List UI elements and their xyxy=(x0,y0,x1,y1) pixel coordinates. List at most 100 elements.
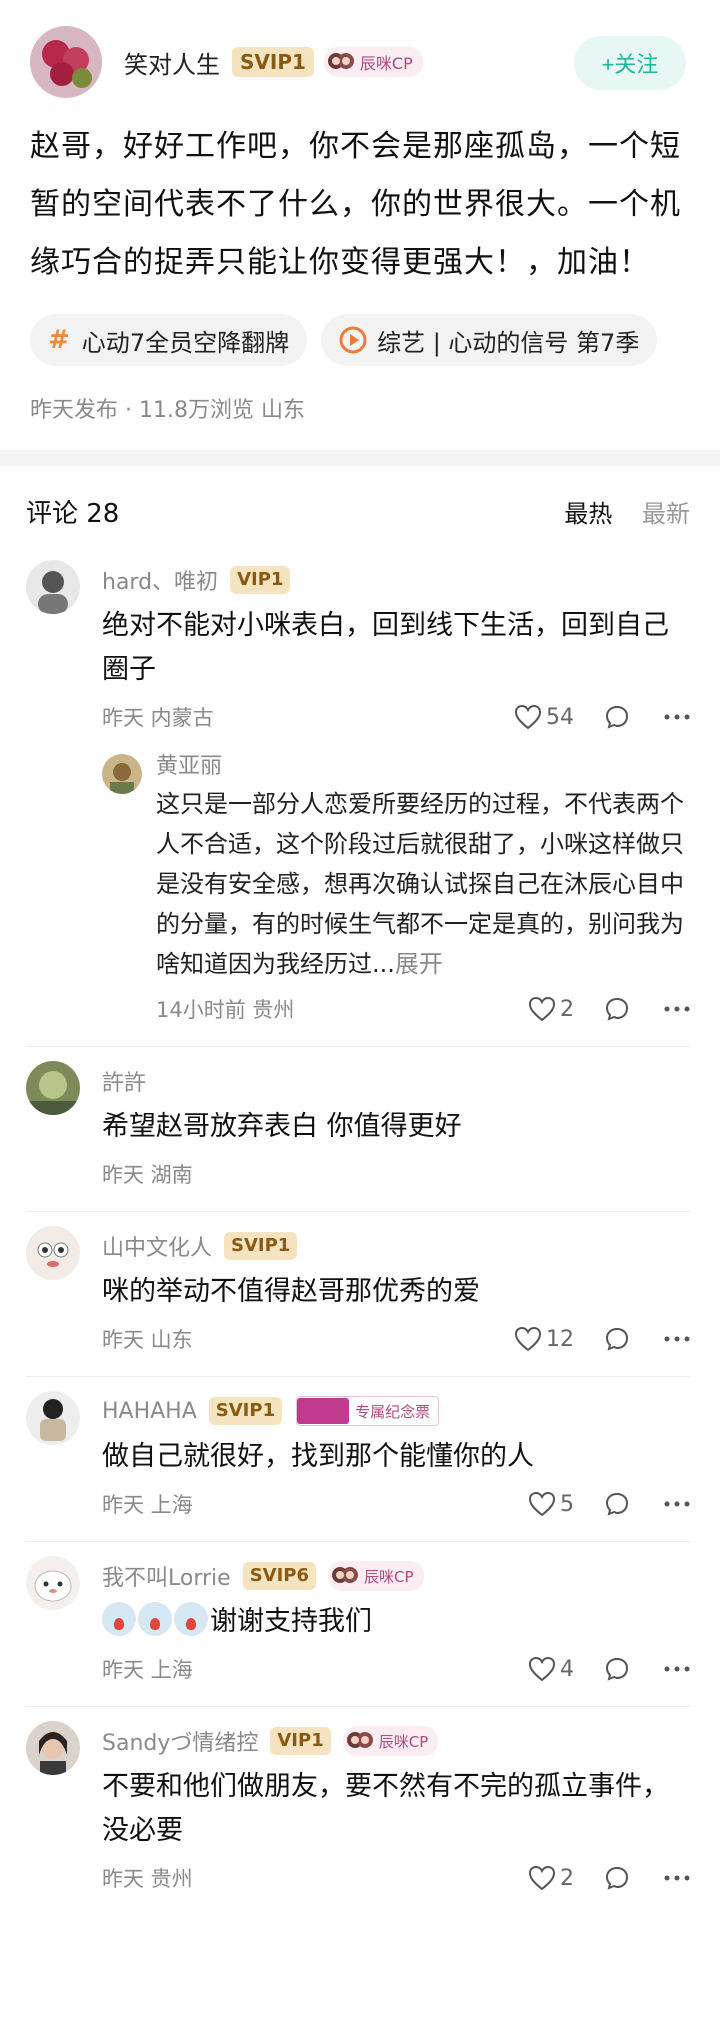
heart-icon xyxy=(514,1326,542,1352)
comment-text: 做自己就很好，找到那个能懂你的人 xyxy=(102,1441,534,1472)
expand-link[interactable]: 展开 xyxy=(395,950,443,978)
comment-user-name[interactable]: 我不叫Lorrie xyxy=(102,1560,231,1592)
comment-avatar[interactable] xyxy=(26,1556,80,1610)
crying-emoji-icon xyxy=(174,1602,208,1636)
sort-hot-tab[interactable]: 最热 xyxy=(564,500,612,528)
topic-chip-1[interactable]: 综艺 | 心动的信号 第7季 xyxy=(321,314,658,366)
ticket-icon xyxy=(297,1398,350,1424)
more-icon[interactable] xyxy=(664,713,690,721)
vip-badge: SVIP1 xyxy=(224,1232,298,1260)
heart-icon xyxy=(528,1865,556,1891)
vip-badge: VIP1 xyxy=(270,1727,331,1755)
follow-button[interactable]: +关注 xyxy=(574,36,686,90)
comments-header: 评论 28 最热 最新 xyxy=(0,476,720,546)
ticket-badge: 专属纪念票 xyxy=(296,1396,440,1426)
cp-couple-icon xyxy=(346,1732,373,1748)
heart-icon xyxy=(528,996,556,1022)
heart-icon xyxy=(528,1656,556,1682)
comment-user-name[interactable]: 許許 xyxy=(102,1065,146,1097)
vip-badge: SVIP1 xyxy=(232,47,314,77)
cp-badge: 辰咪CP xyxy=(342,1726,439,1756)
comment-text: 咪的举动不值得赵哥那优秀的爱 xyxy=(102,1276,480,1307)
cp-badge-label: 辰咪CP xyxy=(364,1567,414,1586)
more-icon[interactable] xyxy=(664,1335,690,1343)
reply-bubble-icon[interactable] xyxy=(604,1865,630,1891)
comment-text: 不要和他们做朋友，要不然有不完的孤立事件，没必要 xyxy=(102,1771,669,1846)
cp-couple-icon xyxy=(332,1567,358,1583)
more-icon[interactable] xyxy=(664,1874,690,1882)
like-count: 12 xyxy=(546,1326,574,1352)
comment-user-name[interactable]: Sandyづ情绪控 xyxy=(102,1725,258,1757)
comment-meta: 昨天 贵州 xyxy=(102,1867,193,1891)
post-card: 笑对人生 SVIP1 辰咪CP +关注 赵哥，好好工作吧，你不会是那座孤岛，一个… xyxy=(0,0,720,450)
comment-avatar[interactable] xyxy=(26,1721,80,1775)
reply-bubble-icon[interactable] xyxy=(604,1326,630,1352)
reply-text: 这只是一部分人恋爱所要经历的过程，不代表两个人不合适，这个阶段过后就很甜了，小咪… xyxy=(156,784,690,984)
vip-badge: SVIP1 xyxy=(208,1397,283,1425)
comment-text-body: 谢谢支持我们 xyxy=(210,1606,372,1637)
topic-list: # 心动7全员空降翻牌 综艺 | 心动的信号 第7季 xyxy=(0,314,720,366)
like-button[interactable]: 54 xyxy=(514,704,574,730)
reply-item: 黄亚丽 这只是一部分人恋爱所要经历的过程，不代表两个人不合适，这个阶段过后就很甜… xyxy=(102,750,690,1034)
topic-label: 综艺 | 心动的信号 第7季 xyxy=(377,328,640,357)
cp-couple-icon xyxy=(327,53,354,69)
like-count: 2 xyxy=(560,1865,574,1891)
comment-meta: 昨天 内蒙古 xyxy=(102,706,214,730)
comment-avatar[interactable] xyxy=(26,1061,80,1115)
comment-item: Sandyづ情绪控 VIP1 辰咪CP 不要和他们做朋友，要不然有不完的孤立事件… xyxy=(0,1707,720,1903)
comment-user-name[interactable]: HAHAHA xyxy=(102,1399,197,1424)
reply-bubble-icon[interactable] xyxy=(604,1656,630,1682)
comment-text: 绝对不能对小咪表白，回到线下生活，回到自己圈子 xyxy=(102,610,669,685)
more-icon[interactable] xyxy=(664,1665,690,1673)
more-icon[interactable] xyxy=(664,1005,690,1013)
cp-badge-label: 辰咪CP xyxy=(359,54,413,73)
comment-meta: 昨天 湖南 xyxy=(102,1163,193,1187)
cp-badge: 辰咪CP xyxy=(323,47,423,77)
ticket-badge-label: 专属纪念票 xyxy=(355,1402,431,1421)
crying-emoji-icon xyxy=(102,1602,136,1636)
vip-badge: VIP1 xyxy=(230,566,291,594)
topic-chip-0[interactable]: # 心动7全员空降翻牌 xyxy=(30,314,308,366)
like-button[interactable]: 2 xyxy=(528,1865,574,1891)
like-count: 5 xyxy=(560,1491,574,1517)
comment-item: 許許 希望赵哥放弃表白 你值得更好 昨天 湖南 xyxy=(0,1047,720,1212)
comment-user-name[interactable]: 山中文化人 xyxy=(102,1230,212,1262)
comment-item: 山中文化人 SVIP1 咪的举动不值得赵哥那优秀的爱 昨天 山东 12 xyxy=(0,1212,720,1377)
like-count: 54 xyxy=(546,704,574,730)
post-author-avatar[interactable] xyxy=(30,26,102,98)
comment-item: hard、唯初 VIP1 绝对不能对小咪表白，回到线下生活，回到自己圈子 昨天 … xyxy=(0,546,720,1047)
heart-icon xyxy=(514,704,542,730)
comment-meta: 昨天 上海 xyxy=(102,1658,193,1682)
post-meta: 昨天发布 · 11.8万浏览 山东 xyxy=(30,398,305,423)
sort-new-tab[interactable]: 最新 xyxy=(642,500,690,528)
vip-badge: SVIP6 xyxy=(242,1562,316,1590)
comments-count-title: 评论 28 xyxy=(26,498,120,529)
comment-text: 希望赵哥放弃表白 你值得更好 xyxy=(102,1111,462,1142)
reply-bubble-icon[interactable] xyxy=(604,996,630,1022)
post-author-name[interactable]: 笑对人生 xyxy=(124,45,220,80)
reply-meta: 14小时前 贵州 xyxy=(156,998,295,1022)
like-button[interactable]: 12 xyxy=(514,1326,574,1352)
crying-emoji-icon xyxy=(138,1602,172,1636)
cp-badge: 辰咪CP xyxy=(328,1561,424,1591)
comment-item: 我不叫Lorrie SVIP6 辰咪CP 谢谢支持我们 昨天 上海 4 xyxy=(0,1542,720,1707)
more-icon[interactable] xyxy=(664,1500,690,1508)
comment-avatar[interactable] xyxy=(26,1226,80,1280)
comment-item: HAHAHA SVIP1 专属纪念票 做自己就很好，找到那个能懂你的人 昨天 上… xyxy=(0,1377,720,1542)
comment-user-name[interactable]: hard、唯初 xyxy=(102,564,218,596)
like-button[interactable]: 4 xyxy=(528,1656,574,1682)
reply-user-name[interactable]: 黄亚丽 xyxy=(156,750,690,784)
comment-avatar[interactable] xyxy=(26,1391,80,1445)
like-count: 4 xyxy=(560,1656,574,1682)
like-button[interactable]: 2 xyxy=(528,996,574,1022)
like-button[interactable]: 5 xyxy=(528,1491,574,1517)
section-divider xyxy=(0,450,720,466)
comment-avatar[interactable] xyxy=(26,560,80,614)
heart-icon xyxy=(528,1491,556,1517)
reply-bubble-icon[interactable] xyxy=(604,704,630,730)
sort-tabs: 最热 最新 xyxy=(542,494,690,529)
like-count: 2 xyxy=(560,996,574,1022)
reply-bubble-icon[interactable] xyxy=(604,1491,630,1517)
comment-text: 谢谢支持我们 xyxy=(102,1600,690,1644)
reply-avatar[interactable] xyxy=(102,754,142,794)
